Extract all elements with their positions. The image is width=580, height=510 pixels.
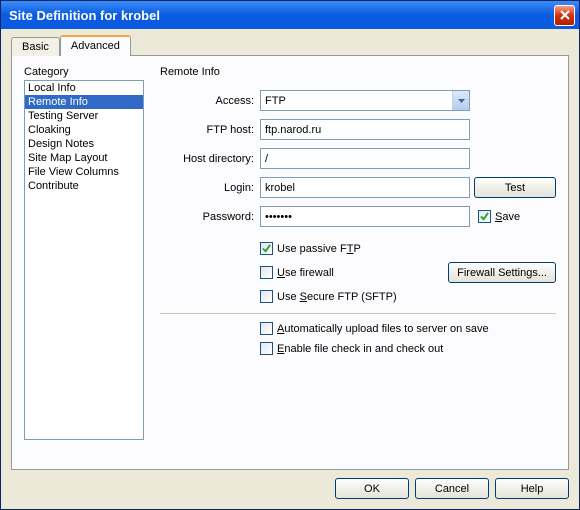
checkinout-row: Enable file check in and check out [260, 342, 556, 355]
label-password: Password: [160, 211, 256, 223]
category-list[interactable]: Local Info Remote Info Testing Server Cl… [24, 80, 144, 440]
cat-site-map-layout[interactable]: Site Map Layout [25, 151, 143, 165]
secure-ftp-checkbox[interactable] [260, 290, 273, 303]
category-label: Category [24, 66, 144, 78]
checkinout-label: Enable file check in and check out [277, 343, 443, 355]
cat-design-notes[interactable]: Design Notes [25, 137, 143, 151]
login-input[interactable] [260, 177, 470, 198]
auto-upload-row: Automatically upload files to server on … [260, 322, 556, 335]
cat-file-view-columns[interactable]: File View Columns [25, 165, 143, 179]
password-input[interactable] [260, 206, 470, 227]
dialog-body: Basic Advanced Category Local Info Remot… [1, 29, 579, 509]
save-checkbox[interactable] [478, 210, 491, 223]
passive-ftp-label: Use passive FTP [277, 243, 361, 255]
firewall-row: Use firewall Firewall Settings... [260, 262, 556, 283]
host-dir-input[interactable] [260, 148, 470, 169]
test-button[interactable]: Test [474, 177, 556, 198]
save-label: Save [495, 211, 520, 223]
dropdown-arrow-icon[interactable] [452, 91, 469, 110]
window-title: Site Definition for krobel [9, 8, 160, 23]
label-host-dir: Host directory: [160, 153, 256, 165]
tab-strip: Basic Advanced [11, 34, 569, 55]
passive-ftp-checkbox[interactable] [260, 242, 273, 255]
secure-ftp-label: Use Secure FTP (SFTP) [277, 291, 397, 303]
firewall-checkbox[interactable] [260, 266, 273, 279]
section-title: Remote Info [160, 66, 556, 78]
dialog-window: Site Definition for krobel Basic Advance… [0, 0, 580, 510]
category-column: Category Local Info Remote Info Testing … [24, 66, 144, 459]
secure-ftp-row: Use Secure FTP (SFTP) [260, 290, 556, 303]
auto-upload-label: Automatically upload files to server on … [277, 323, 489, 335]
cat-cloaking[interactable]: Cloaking [25, 123, 143, 137]
ok-button[interactable]: OK [335, 478, 409, 499]
passive-ftp-row: Use passive FTP [260, 242, 556, 255]
checkinout-checkbox[interactable] [260, 342, 273, 355]
content-columns: Category Local Info Remote Info Testing … [24, 66, 556, 459]
close-button[interactable] [554, 5, 575, 26]
cat-contribute[interactable]: Contribute [25, 179, 143, 193]
titlebar[interactable]: Site Definition for krobel [1, 1, 579, 29]
main-column: Remote Info Access: FTP FTP host: [160, 66, 556, 459]
tab-basic[interactable]: Basic [11, 37, 60, 56]
tab-advanced[interactable]: Advanced [60, 35, 131, 56]
access-dropdown[interactable]: FTP [260, 90, 470, 111]
help-button[interactable]: Help [495, 478, 569, 499]
ftp-host-input[interactable] [260, 119, 470, 140]
cat-local-info[interactable]: Local Info [25, 81, 143, 95]
save-password-row: Save [474, 210, 556, 223]
label-access: Access: [160, 95, 256, 107]
firewall-settings-button[interactable]: Firewall Settings... [448, 262, 556, 283]
cat-remote-info[interactable]: Remote Info [25, 95, 143, 109]
label-login: Login: [160, 182, 256, 194]
auto-upload-checkbox[interactable] [260, 322, 273, 335]
cancel-button[interactable]: Cancel [415, 478, 489, 499]
firewall-label: Use firewall [277, 267, 334, 279]
remote-info-form: Access: FTP FTP host: Host directory: [160, 90, 556, 303]
label-ftp-host: FTP host: [160, 124, 256, 136]
tab-content: Category Local Info Remote Info Testing … [11, 55, 569, 470]
cat-testing-server[interactable]: Testing Server [25, 109, 143, 123]
dialog-footer: OK Cancel Help [11, 470, 569, 499]
access-value: FTP [265, 95, 286, 107]
divider [160, 313, 556, 314]
